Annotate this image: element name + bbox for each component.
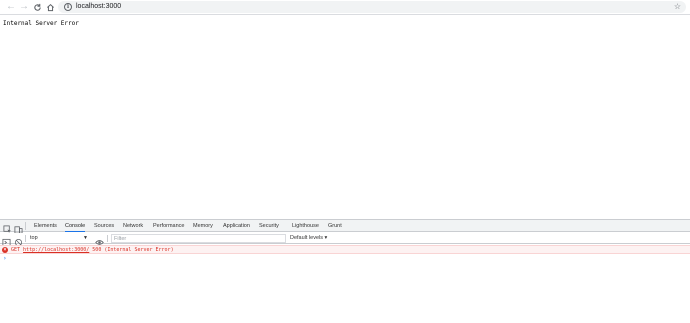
toolbar-divider — [107, 235, 108, 242]
tab-grunt[interactable]: Grunt — [328, 220, 342, 232]
context-value: top — [30, 235, 38, 241]
error-icon: × — [2, 247, 8, 253]
tab-elements[interactable]: Elements — [34, 220, 57, 232]
log-levels-dropdown[interactable]: Default levels ▾ — [290, 234, 327, 243]
page-body-text: Internal Server Error — [3, 20, 79, 27]
tab-network[interactable]: Network — [123, 220, 143, 232]
inspect-element-icon[interactable] — [3, 221, 13, 233]
console-prompt[interactable]: › — [3, 255, 7, 263]
console-toolbar: top ▼ Default levels ▾ — [0, 233, 690, 247]
toolbar-divider — [25, 235, 26, 242]
tab-performance[interactable]: Performance — [153, 220, 185, 232]
clear-console-icon[interactable] — [14, 234, 23, 247]
dropdown-arrow-icon: ▼ — [83, 235, 88, 241]
context-selector[interactable]: top ▼ — [28, 234, 90, 243]
error-method: GET — [11, 247, 21, 253]
device-toolbar-icon[interactable] — [14, 221, 24, 234]
tab-security[interactable]: Security — [259, 220, 279, 232]
info-icon[interactable]: i — [64, 3, 72, 11]
tab-sources[interactable]: Sources — [94, 220, 114, 232]
reload-icon[interactable] — [31, 1, 43, 13]
home-icon[interactable] — [44, 1, 56, 13]
tab-console[interactable]: Console — [65, 220, 86, 232]
tab-lighthouse[interactable]: Lighthouse — [292, 220, 319, 232]
error-status: 500 (Internal Server Error) — [92, 247, 174, 253]
forward-arrow-icon[interactable]: → — [18, 1, 30, 13]
star-icon[interactable]: ☆ — [674, 1, 681, 13]
filter-input[interactable] — [111, 234, 286, 243]
eye-icon[interactable] — [95, 234, 104, 245]
error-text: GET http://localhost:3000/ 500 (Internal… — [11, 246, 174, 254]
error-url-link[interactable]: http://localhost:3000/ — [23, 247, 89, 253]
address-bar[interactable]: i localhost:3000 ☆ — [58, 1, 686, 13]
devtools-tab-bar: Elements Console Sources Network Perform… — [0, 220, 690, 234]
browser-toolbar: ← → i localhost:3000 ☆ — [0, 0, 690, 15]
back-arrow-icon[interactable]: ← — [5, 1, 17, 13]
console-error-message: × GET http://localhost:3000/ 500 (Intern… — [0, 245, 690, 254]
sidebar-toggle-icon[interactable] — [2, 234, 11, 247]
tab-bar-divider — [25, 222, 26, 230]
tab-application[interactable]: Application — [223, 220, 250, 232]
tab-memory[interactable]: Memory — [193, 220, 213, 232]
url-text: localhost:3000 — [76, 3, 122, 10]
devtools-panel: Elements Console Sources Network Perform… — [0, 219, 690, 323]
